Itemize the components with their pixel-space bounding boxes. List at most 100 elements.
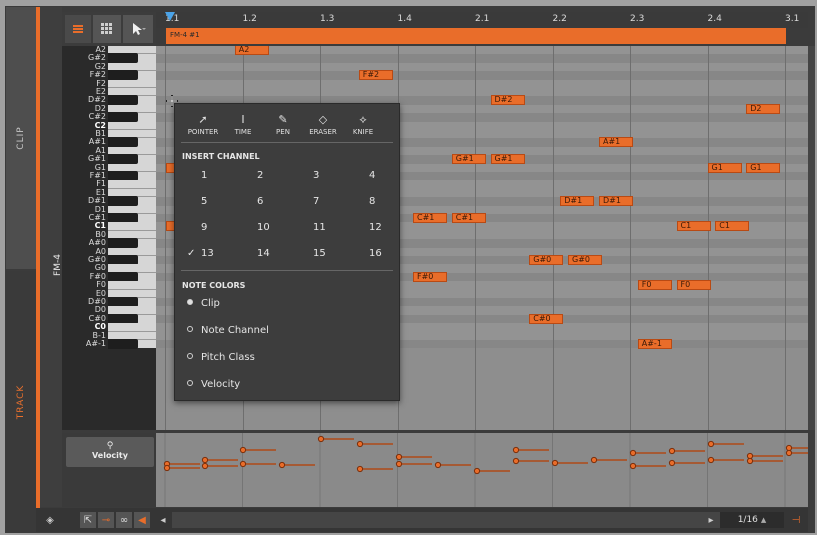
note-block[interactable]: G#0 (529, 255, 564, 265)
piano-key[interactable]: C#2 (62, 112, 156, 123)
velocity-handle[interactable] (239, 460, 247, 468)
channel-option-11[interactable]: 11 (313, 222, 353, 233)
piano-key[interactable]: A#0 (62, 238, 156, 249)
note-block[interactable]: A#-1 (637, 339, 672, 349)
velocity-handle[interactable] (629, 462, 637, 470)
note-block[interactable]: F0 (637, 280, 672, 291)
piano-key[interactable]: F1 (62, 180, 156, 189)
channel-option-10[interactable]: 10 (257, 222, 297, 233)
speaker-icon[interactable]: ◀ (134, 512, 150, 528)
note-block[interactable]: A2 (234, 46, 269, 55)
velocity-handle[interactable] (473, 467, 481, 475)
layout-toggle-button[interactable] (65, 15, 91, 43)
velocity-handle[interactable] (201, 456, 209, 464)
piano-key[interactable]: G#0 (62, 254, 156, 266)
note-block[interactable]: G1 (707, 162, 742, 173)
tab-clip[interactable]: CLIP (6, 7, 36, 269)
velocity-handle[interactable] (356, 465, 364, 473)
velocity-handle[interactable] (356, 440, 364, 448)
velocity-handle[interactable] (668, 447, 676, 455)
channel-option-1[interactable]: 1 (201, 170, 241, 181)
piano-key[interactable]: C0 (62, 323, 156, 332)
note-block[interactable]: D#1 (560, 196, 595, 207)
tool-select-button[interactable] (123, 15, 153, 43)
timeline-ruler[interactable]: 1.1 1.2 1.3 1.4 2.1 2.2 2.3 2.4 3.1 (156, 12, 808, 28)
clip-header-bar[interactable]: FM-4 #1 (166, 28, 786, 44)
playhead-marker[interactable] (165, 12, 175, 21)
note-block[interactable]: G1 (746, 162, 781, 173)
note-color-option[interactable]: Note Channel (187, 325, 269, 336)
velocity-handle[interactable] (201, 462, 209, 470)
note-block[interactable]: F#0 (413, 271, 447, 282)
channel-option-5[interactable]: 5 (201, 196, 241, 207)
velocity-handle[interactable] (551, 459, 559, 467)
channel-option-2[interactable]: 2 (257, 170, 297, 181)
piano-key[interactable]: D#0 (62, 296, 156, 308)
note-block[interactable]: C#0 (529, 313, 564, 324)
channel-option-16[interactable]: 16 (369, 248, 409, 259)
velocity-handle[interactable] (707, 440, 715, 448)
tool-eraser[interactable]: ◇ ERASER (303, 112, 343, 136)
piano-key[interactable]: C#1 (62, 212, 156, 224)
tab-track[interactable]: TRACK (6, 271, 36, 532)
link-icon[interactable]: ∞ (116, 512, 132, 528)
tool-pointer[interactable]: ➚ POINTER (183, 112, 223, 136)
note-block[interactable]: D#1 (599, 196, 633, 207)
key-icon[interactable]: ⊸ (98, 512, 114, 528)
note-block[interactable]: G#1 (451, 154, 486, 165)
vertical-scrollbar[interactable] (808, 46, 815, 430)
note-color-option[interactable]: Velocity (187, 379, 240, 390)
layers-icon[interactable]: ◈ (42, 512, 58, 528)
velocity-handle[interactable] (278, 461, 286, 469)
velocity-handle[interactable] (785, 449, 793, 457)
piano-key[interactable]: D#2 (62, 95, 156, 106)
piano-key[interactable]: A#1 (62, 137, 156, 148)
velocity-handle[interactable] (239, 446, 247, 454)
follow-cursor-icon[interactable]: ⇱ (80, 512, 96, 528)
piano-key[interactable]: F#0 (62, 271, 156, 283)
velocity-handle[interactable] (707, 456, 715, 464)
piano-key[interactable]: C2 (62, 121, 156, 130)
channel-option-6[interactable]: 6 (257, 196, 297, 207)
note-block[interactable]: G#0 (568, 255, 602, 265)
velocity-handle[interactable] (629, 449, 637, 457)
channel-option-4[interactable]: 4 (369, 170, 409, 181)
scroll-right-icon[interactable]: ▸ (704, 512, 718, 528)
channel-option-3[interactable]: 3 (313, 170, 353, 181)
piano-key[interactable]: F0 (62, 281, 156, 290)
piano-key[interactable]: C1 (62, 222, 156, 231)
channel-option-9[interactable]: 9 (201, 222, 241, 233)
velocity-handle[interactable] (785, 444, 793, 452)
note-block[interactable]: F#2 (358, 70, 393, 81)
channel-option-14[interactable]: 14 (257, 248, 297, 259)
tool-pen[interactable]: ✎ PEN (263, 112, 303, 136)
velocity-lane[interactable] (156, 433, 817, 507)
velocity-handle[interactable] (590, 456, 598, 464)
channel-option-15[interactable]: 15 (313, 248, 353, 259)
channel-option-8[interactable]: 8 (369, 196, 409, 207)
channel-option-12[interactable]: 12 (369, 222, 409, 233)
velocity-handle[interactable] (668, 459, 676, 467)
note-block[interactable]: C1 (715, 221, 750, 232)
grid-view-button[interactable] (93, 15, 121, 43)
note-block[interactable]: D#2 (490, 95, 525, 106)
piano-key[interactable]: F#2 (62, 70, 156, 81)
velocity-handle[interactable] (395, 460, 403, 468)
note-block[interactable]: A#1 (599, 137, 633, 148)
piano-key[interactable]: F2 (62, 79, 156, 88)
piano-key[interactable]: D#1 (62, 196, 156, 207)
tool-time[interactable]: I TIME (223, 112, 263, 136)
velocity-lane-selector[interactable]: ⚲ Velocity (66, 437, 154, 467)
horizontal-scrollbar[interactable] (172, 512, 720, 528)
tool-knife[interactable]: ⟡ KNIFE (343, 112, 383, 136)
piano-key[interactable]: G#2 (62, 53, 156, 64)
velocity-handle[interactable] (512, 446, 520, 454)
velocity-handle[interactable] (395, 453, 403, 461)
grid-resolution-select[interactable]: 1/16 ▲ (720, 512, 784, 528)
note-block[interactable]: G#1 (490, 154, 525, 165)
channel-option-13[interactable]: ✓ 13 (187, 248, 241, 259)
piano-keyboard[interactable]: A2 G#2 G2 F#2 F2 E2 D#2 D2 C#2 C2 B1 A#1 A1 G#1 G1 F#1 F… (62, 46, 156, 430)
scroll-left-icon[interactable]: ◂ (156, 512, 170, 528)
note-block[interactable]: C#1 (451, 213, 486, 223)
velocity-handle[interactable] (512, 457, 520, 465)
